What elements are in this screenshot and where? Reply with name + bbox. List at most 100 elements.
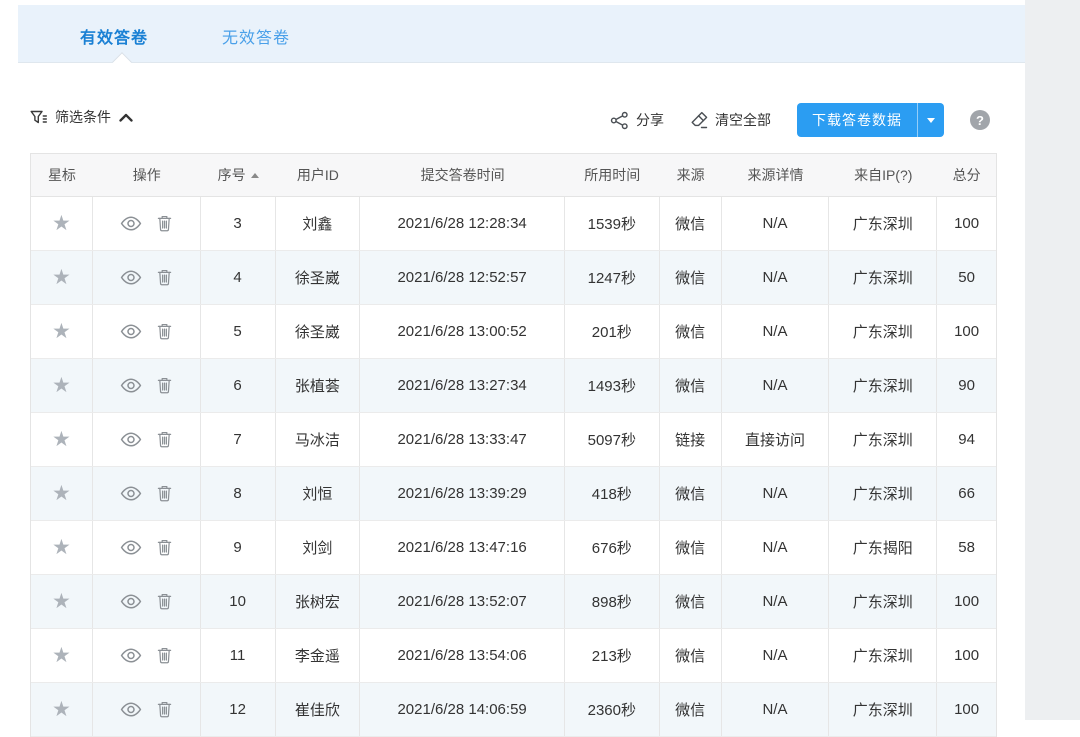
star-icon[interactable]: ★ [52,321,71,342]
source-cell: 微信 [660,521,722,574]
view-eye-icon[interactable] [120,486,142,501]
score-cell: 90 [958,377,975,394]
seq-cell: 3 [201,197,276,250]
share-button[interactable]: 分享 [610,110,664,130]
share-label: 分享 [636,112,664,128]
help-button[interactable]: ? [970,110,990,130]
view-eye-icon[interactable] [120,270,142,285]
view-eye-icon[interactable] [120,594,142,609]
delete-trash-icon[interactable] [157,323,172,340]
header-seq[interactable]: 序号 [201,154,276,196]
view-eye-icon[interactable] [120,648,142,663]
header-star: 星标 [31,154,93,196]
star-icon[interactable]: ★ [52,429,71,450]
score-cell: 100 [954,215,980,232]
table-row: ★ 7 马冰洁 2021/6/28 13:33:47 5097秒 链接 直接访问… [31,413,996,467]
tab-valid-responses[interactable]: 有效答卷 [80,24,148,48]
table-row: ★ 3 刘鑫 2021/6/28 12:28:34 1539秒 微信 N/A 广… [31,197,996,251]
star-icon[interactable]: ★ [52,267,71,288]
score-cell: 100 [954,593,980,610]
delete-trash-icon[interactable] [157,215,172,232]
duration-cell: 201秒 [565,305,660,358]
duration-cell: 213秒 [565,629,660,682]
user-id-cell: 崔佳欣 [276,683,361,736]
view-eye-icon[interactable] [120,216,142,231]
filter-funnel-icon [30,109,47,126]
header-label: 来源 [676,167,705,183]
view-eye-icon[interactable] [120,324,142,339]
delete-trash-icon[interactable] [157,485,172,502]
delete-trash-icon[interactable] [157,431,172,448]
user-id-cell: 张树宏 [276,575,361,628]
source-detail-cell: N/A [722,683,830,736]
duration-cell: 1247秒 [565,251,660,304]
user-id-cell: 李金遥 [276,629,361,682]
view-eye-icon[interactable] [120,540,142,555]
submit-time-cell: 2021/6/28 12:28:34 [360,197,565,250]
star-icon[interactable]: ★ [52,699,71,720]
delete-trash-icon[interactable] [157,377,172,394]
source-cell: 微信 [660,305,722,358]
source-cell: 微信 [660,575,722,628]
star-icon[interactable]: ★ [52,213,71,234]
delete-trash-icon[interactable] [157,269,172,286]
star-icon[interactable]: ★ [52,483,71,504]
ip-cell: 广东深圳 [829,359,938,412]
header-label: 星标 [47,167,76,183]
question-mark-icon: ? [976,112,984,128]
user-id-cell: 张植荟 [276,359,361,412]
delete-trash-icon[interactable] [157,647,172,664]
delete-trash-icon[interactable] [157,539,172,556]
user-id-cell: 刘恒 [276,467,361,520]
actions-cell [93,413,201,466]
star-icon[interactable]: ★ [52,537,71,558]
view-eye-icon[interactable] [120,432,142,447]
source-cell: 微信 [660,359,722,412]
view-eye-icon[interactable] [120,702,142,717]
view-eye-icon[interactable] [120,378,142,393]
submit-time-cell: 2021/6/28 13:54:06 [360,629,565,682]
table-body: ★ 3 刘鑫 2021/6/28 12:28:34 1539秒 微信 N/A 广… [31,197,996,737]
star-cell: ★ [31,467,93,520]
duration-cell: 5097秒 [565,413,660,466]
source-detail-cell: N/A [722,251,830,304]
table-row: ★ 12 崔佳欣 2021/6/28 14:06:59 2360秒 微信 N/A… [31,683,996,737]
caret-down-icon [927,117,935,123]
header-score: 总分 [937,154,996,196]
source-detail-cell: N/A [722,629,830,682]
delete-trash-icon[interactable] [157,701,172,718]
score-cell: 94 [958,431,975,448]
header-label: 总分 [952,167,981,183]
user-id-cell: 刘剑 [276,521,361,574]
star-icon[interactable]: ★ [52,645,71,666]
submit-time-cell: 2021/6/28 13:27:34 [360,359,565,412]
filter-toggle[interactable]: 筛选条件 [30,107,133,127]
star-icon[interactable]: ★ [52,375,71,396]
header-label: 来源详情 [747,167,804,183]
page-background-gutter [1025,0,1080,720]
clear-all-button[interactable]: 清空全部 [690,110,771,130]
duration-cell: 1539秒 [565,197,660,250]
ip-cell: 广东揭阳 [829,521,938,574]
star-icon[interactable]: ★ [52,591,71,612]
download-button[interactable]: 下载答卷数据 [797,103,917,137]
download-dropdown-toggle[interactable] [917,103,944,137]
responses-table: 星标 操作 序号 用户ID 提交答卷时间 所用时间 来源 来源详情 来自IP(?) 总分 ★ [30,153,997,737]
ip-cell: 广东深圳 [829,629,938,682]
submit-time-cell: 2021/6/28 13:00:52 [360,305,565,358]
header-user-id: 用户ID [276,154,361,196]
sort-asc-icon [250,172,259,178]
star-cell: ★ [31,359,93,412]
table-row: ★ 10 张树宏 2021/6/28 13:52:07 898秒 微信 N/A … [31,575,996,629]
source-detail-cell: 直接访问 [722,413,830,466]
seq-cell: 9 [201,521,276,574]
seq-cell: 10 [201,575,276,628]
seq-cell: 5 [201,305,276,358]
tab-bar: 有效答卷 无效答卷 [18,5,1025,72]
tab-invalid-responses[interactable]: 无效答卷 [222,24,290,48]
duration-cell: 1493秒 [565,359,660,412]
delete-trash-icon[interactable] [157,593,172,610]
header-label: 操作 [132,167,161,183]
star-cell: ★ [31,251,93,304]
header-ip: 来自IP(?) [829,154,937,196]
